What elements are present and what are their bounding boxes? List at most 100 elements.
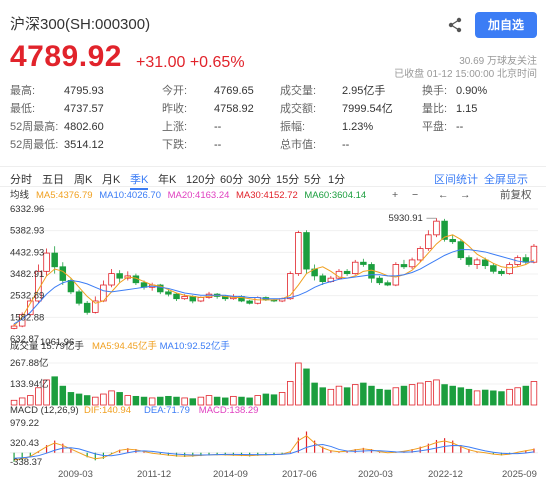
volume-bar bbox=[481, 389, 489, 406]
dif-line bbox=[13, 435, 535, 461]
kline-chart[interactable]: 均线 MA5:4376.79 MA10:4026.70 MA20:4163.24 MA3… bbox=[0, 187, 546, 480]
stat-value: -- bbox=[456, 121, 464, 133]
candle bbox=[384, 282, 391, 286]
volume-bar bbox=[213, 396, 221, 406]
tab-周K[interactable]: 周K bbox=[74, 171, 92, 187]
tab-120分[interactable]: 120分 bbox=[186, 171, 215, 187]
candle bbox=[43, 252, 50, 272]
price-axis-label: 3482.91 bbox=[10, 269, 44, 280]
volume-bar bbox=[400, 385, 408, 406]
candle bbox=[351, 261, 359, 275]
macd-axis-label: 320.43 bbox=[10, 438, 39, 449]
volume-bar bbox=[384, 389, 391, 406]
ma10-line bbox=[13, 249, 534, 325]
stat-value: -- bbox=[214, 121, 222, 133]
stat-label: 换手: bbox=[422, 85, 448, 97]
stat-label: 昨收: bbox=[162, 103, 188, 115]
volume-bar bbox=[416, 382, 424, 406]
toolbar-left-arrow-icon[interactable]: ← bbox=[438, 189, 449, 201]
volume-bar bbox=[425, 381, 432, 406]
price-axis-label: 1582.88 bbox=[10, 312, 44, 323]
ma-legend-item: MA10:4026.70 bbox=[99, 190, 161, 201]
candle bbox=[116, 273, 123, 279]
volume-bar bbox=[498, 391, 505, 406]
add-watchlist-button[interactable]: 加自选 bbox=[475, 12, 537, 38]
tab-30分[interactable]: 30分 bbox=[248, 171, 271, 187]
stat-value: 0.90% bbox=[456, 85, 488, 97]
volume-bar bbox=[449, 385, 456, 406]
dea-line bbox=[14, 444, 535, 459]
x-axis-label: 2020-03 bbox=[358, 469, 393, 480]
tab-季K[interactable]: 季K bbox=[130, 171, 149, 190]
tab-年K[interactable]: 年K bbox=[158, 171, 176, 187]
toolbar-adjust-mode[interactable]: 前复权 bbox=[500, 188, 532, 201]
ma-legend-item: MA20:4163.24 bbox=[168, 190, 230, 201]
price-axis-label: 2532.89 bbox=[10, 291, 44, 302]
volume-bar bbox=[140, 396, 148, 406]
candle bbox=[165, 291, 172, 295]
stats-row: 最低: 4737.57 昨收: 4758.92 成交额: 7999.54亿 量比: 1.15 bbox=[10, 100, 540, 118]
volume-bar bbox=[473, 390, 481, 406]
volume-bar bbox=[270, 394, 278, 406]
volume-bar bbox=[287, 381, 294, 406]
volume-bar bbox=[441, 384, 448, 406]
toolbar-zoom-out-icon[interactable]: − bbox=[412, 189, 418, 201]
volume-bar bbox=[35, 387, 42, 406]
toolbar-right-arrow-icon[interactable]: → bbox=[460, 189, 471, 201]
volume-legend-title: 成交量 15.79亿手 bbox=[10, 340, 84, 352]
range-stats-link[interactable]: 区间统计 bbox=[434, 171, 478, 187]
volume-bar bbox=[238, 396, 245, 406]
volume-bar bbox=[51, 376, 58, 406]
stat-label: 振幅: bbox=[280, 121, 306, 133]
tab-五日[interactable]: 五日 bbox=[42, 171, 64, 187]
volume-bar bbox=[465, 388, 473, 406]
candle bbox=[506, 264, 513, 275]
fullscreen-link[interactable]: 全屏显示 bbox=[484, 171, 528, 187]
tab-月K[interactable]: 月K bbox=[102, 171, 120, 187]
volume-bar bbox=[148, 397, 156, 406]
volume-bar bbox=[157, 396, 164, 406]
volume-bar bbox=[108, 390, 115, 406]
volume-legend-item: MA5:94.45亿手 bbox=[92, 340, 157, 352]
stat-value: 1.23% bbox=[342, 121, 374, 133]
tab-15分[interactable]: 15分 bbox=[276, 171, 299, 187]
x-axis-label: 2025-09 bbox=[502, 469, 537, 480]
volume-bar bbox=[132, 395, 140, 406]
candle bbox=[392, 264, 400, 286]
stat-label: 下跌: bbox=[162, 139, 188, 151]
volume-bar bbox=[522, 385, 530, 406]
share-icon[interactable] bbox=[446, 16, 464, 34]
volume-bar bbox=[124, 395, 132, 406]
volume-bar bbox=[222, 397, 229, 406]
volume-bar bbox=[116, 392, 123, 406]
x-axis-label: 2011-12 bbox=[137, 469, 171, 480]
volume-bar bbox=[18, 397, 26, 406]
tab-分时[interactable]: 分时 bbox=[10, 171, 32, 187]
macd-axis-label: 979.22 bbox=[10, 418, 39, 429]
volume-bar bbox=[278, 392, 286, 406]
macd-legend-item: DIF:140.94 bbox=[84, 405, 131, 416]
stat-value: 4795.93 bbox=[64, 85, 104, 97]
volume-bar bbox=[457, 387, 465, 406]
price-axis-label: 5382.93 bbox=[10, 226, 44, 237]
volume-bar bbox=[59, 385, 67, 406]
stat-label: 上涨: bbox=[162, 121, 188, 133]
tab-5分[interactable]: 5分 bbox=[304, 171, 321, 187]
ma5-line bbox=[13, 234, 535, 327]
x-axis-label: 2014-09 bbox=[213, 469, 248, 480]
candle bbox=[303, 232, 310, 270]
stat-value: 7999.54亿 bbox=[342, 103, 393, 115]
macd-legend-item: DEA:71.79 bbox=[144, 405, 190, 416]
tab-60分[interactable]: 60分 bbox=[220, 171, 243, 187]
stats-row: 52周最高: 4802.60 上涨: -- 振幅: 1.23% 平盘: -- bbox=[10, 118, 540, 136]
candle bbox=[433, 220, 440, 236]
volume-bar bbox=[92, 396, 99, 406]
price-axis-label: 4432.93 bbox=[10, 247, 44, 258]
toolbar-zoom-in-icon[interactable]: + bbox=[392, 189, 398, 201]
candle bbox=[67, 280, 75, 293]
x-axis-label: 2017-06 bbox=[282, 469, 317, 480]
tab-1分[interactable]: 1分 bbox=[328, 171, 345, 187]
macd-legend-title: MACD (12,26,9) bbox=[10, 405, 79, 416]
price-change: +31.00 +0.65% bbox=[136, 54, 245, 71]
volume-bar bbox=[100, 393, 107, 406]
